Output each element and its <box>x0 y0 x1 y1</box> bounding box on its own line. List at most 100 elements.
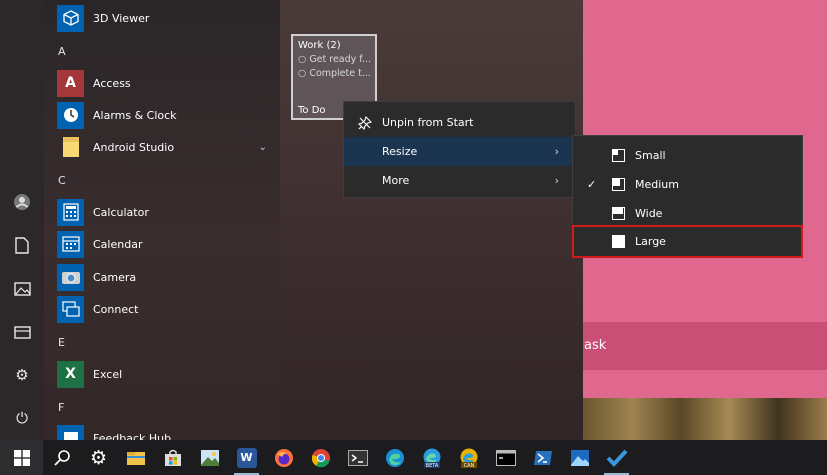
medium-size-icon <box>609 178 627 191</box>
task-text: Complete t... <box>309 68 370 79</box>
chevron-right-icon: › <box>554 145 559 158</box>
chevron-down-icon[interactable]: ⌄ <box>259 142 267 153</box>
edge-canary-icon: CAN <box>460 448 477 469</box>
documents-icon[interactable] <box>11 234 33 256</box>
beta-label: BETA <box>425 463 438 469</box>
terminal-icon <box>347 449 368 466</box>
edge-beta-icon: BETA <box>423 448 440 469</box>
taskbar-photos[interactable] <box>191 440 228 475</box>
app-label: Camera <box>93 270 137 284</box>
user-icon[interactable] <box>11 191 33 213</box>
app-label: 3D Viewer <box>93 11 150 25</box>
todo-check-icon <box>606 449 627 467</box>
taskbar-chrome[interactable] <box>302 440 339 475</box>
taskbar-store[interactable] <box>154 440 191 475</box>
chevron-right-icon: › <box>554 174 559 187</box>
word-icon: W <box>236 447 257 468</box>
pictures-icon[interactable] <box>11 278 33 300</box>
task-circle-icon: ○ <box>298 54 310 65</box>
app-label: Android Studio <box>93 140 175 154</box>
letter-f-header[interactable]: F <box>58 401 64 414</box>
app-connect[interactable]: Connect <box>57 294 277 324</box>
firefox-icon <box>274 448 293 467</box>
power-icon[interactable]: ⏻ <box>11 407 33 429</box>
folder-icon <box>57 134 84 161</box>
camera-icon <box>57 263 84 291</box>
desktop-photo-strip <box>583 398 827 440</box>
resize-option-small[interactable]: Small <box>573 141 802 170</box>
cube-icon <box>57 4 84 32</box>
app-android-studio-folder[interactable]: Android Studio ⌄ <box>57 132 277 162</box>
unpin-icon <box>356 115 374 130</box>
letter-c-header[interactable]: C <box>58 174 66 187</box>
taskbar-firefox[interactable] <box>265 440 302 475</box>
taskbar-file-explorer[interactable] <box>117 440 154 475</box>
search-button[interactable] <box>43 440 80 475</box>
tile-app-name: To Do <box>298 105 326 116</box>
taskbar-command-prompt[interactable] <box>487 440 524 475</box>
checkmark-icon: ✓ <box>587 178 597 191</box>
menu-item-label: More <box>382 174 410 187</box>
edge-icon <box>385 448 404 467</box>
wide-size-icon <box>609 207 627 220</box>
start-rail: ⚙ ⏻ <box>0 0 44 440</box>
excel-glyph: X <box>65 366 76 382</box>
resize-option-medium[interactable]: ✓ Medium <box>573 170 802 199</box>
resize-option-wide[interactable]: Wide <box>573 199 802 228</box>
taskbar-photos-app[interactable] <box>561 440 598 475</box>
app-calculator[interactable]: Calculator <box>57 197 277 227</box>
tile-task-item: ○ Get ready f... <box>298 53 370 67</box>
start-button[interactable] <box>0 440 43 475</box>
letter-e-header[interactable]: E <box>58 336 65 349</box>
tile-task-item: ○ Complete t... <box>298 67 370 81</box>
file-explorer-icon[interactable] <box>11 321 33 343</box>
app-list: 3D Viewer A A Access Alarms & Clock Andr… <box>48 0 280 452</box>
calendar-icon <box>57 230 84 258</box>
app-label: Access <box>93 76 131 90</box>
task-text: Get ready f... <box>309 54 370 65</box>
app-access[interactable]: A Access <box>57 68 277 98</box>
menu-item-label: Wide <box>635 207 663 220</box>
command-prompt-icon <box>495 449 516 466</box>
app-alarms-clock[interactable]: Alarms & Clock <box>57 100 277 130</box>
app-label: Connect <box>93 302 139 316</box>
image-viewer-icon <box>570 449 589 466</box>
can-label: CAN <box>463 463 474 469</box>
taskbar: ⚙ W BETA CAN <box>0 440 827 475</box>
taskbar-powershell[interactable] <box>524 440 561 475</box>
menu-item-label: Resize <box>382 145 418 158</box>
taskbar-word[interactable]: W <box>228 440 265 475</box>
taskbar-settings[interactable]: ⚙ <box>80 440 117 475</box>
menu-item-label: Small <box>635 149 666 162</box>
photos-icon <box>200 449 219 466</box>
chrome-icon <box>311 448 330 467</box>
connect-icon <box>57 295 84 323</box>
letter-a-header[interactable]: A <box>58 45 66 58</box>
windows-logo-icon <box>13 449 30 466</box>
taskbar-edge-beta[interactable]: BETA <box>413 440 450 475</box>
large-option-highlight <box>572 225 803 258</box>
app-calendar[interactable]: Calendar <box>57 229 277 259</box>
clock-icon <box>57 101 84 129</box>
task-circle-icon: ○ <box>298 68 310 79</box>
app-label: Calendar <box>93 237 143 251</box>
app-3d-viewer[interactable]: 3D Viewer <box>57 3 277 33</box>
menu-item-resize[interactable]: Resize › <box>344 137 575 166</box>
app-excel[interactable]: X Excel <box>57 359 277 389</box>
menu-item-more[interactable]: More › <box>344 166 575 195</box>
access-glyph: A <box>65 75 76 91</box>
app-label: Alarms & Clock <box>93 108 177 122</box>
excel-icon: X <box>57 360 84 388</box>
gear-icon: ⚙ <box>89 446 108 469</box>
app-label: Excel <box>93 367 123 381</box>
menu-item-unpin[interactable]: Unpin from Start <box>344 108 575 137</box>
calculator-icon <box>57 198 84 226</box>
taskbar-todo[interactable] <box>598 440 635 475</box>
settings-icon[interactable]: ⚙ <box>11 364 33 386</box>
word-glyph: W <box>240 451 253 464</box>
taskbar-edge[interactable] <box>376 440 413 475</box>
taskbar-terminal[interactable] <box>339 440 376 475</box>
folder-icon <box>126 451 145 465</box>
app-camera[interactable]: Camera <box>57 262 277 292</box>
taskbar-edge-canary[interactable]: CAN <box>450 440 487 475</box>
